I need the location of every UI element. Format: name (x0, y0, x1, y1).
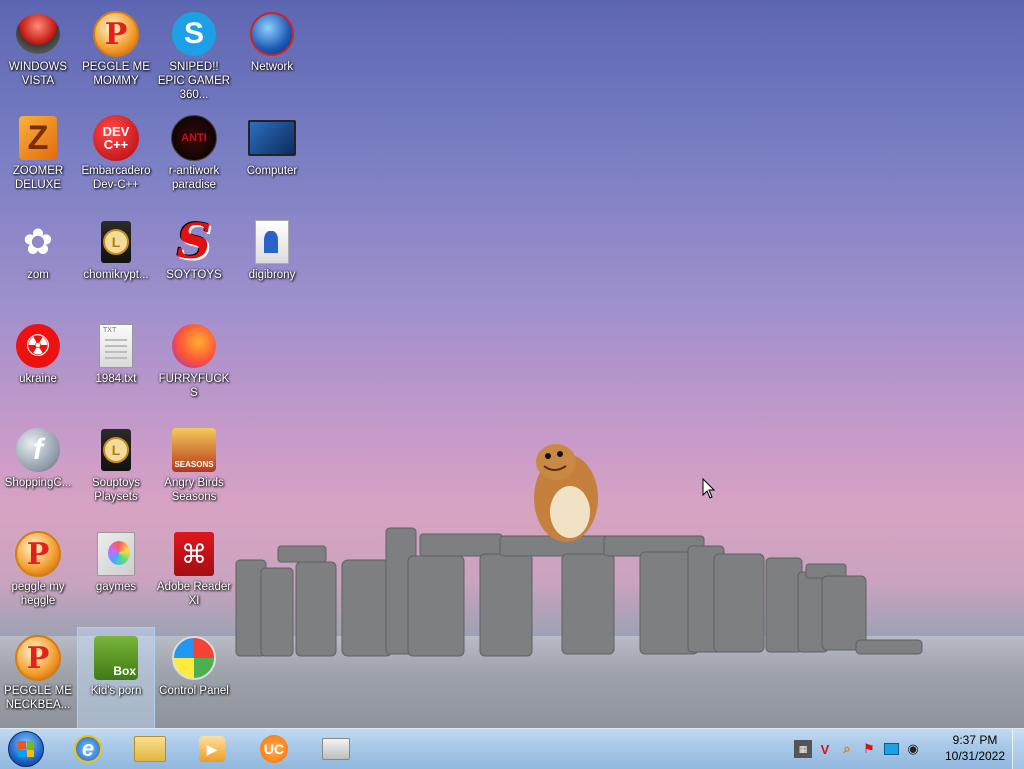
antivirus-tray-icon[interactable]: V (816, 740, 834, 758)
desktop-icon-label: digibrony (248, 269, 296, 281)
desktop-icon-label: Angry Birds Seasons (164, 477, 224, 503)
windows-media-player-taskbar-button[interactable]: ▶ (186, 731, 238, 767)
search-tray-icon[interactable]: ⌕ (838, 740, 856, 758)
start-button[interactable] (4, 731, 48, 767)
digibrony-file-icon (255, 220, 289, 264)
angry-birds-logo-icon: SEASONS (172, 428, 216, 472)
internet-explorer-taskbar-button[interactable]: e (62, 731, 114, 767)
control-panel-logo-icon (172, 636, 216, 680)
taskbar: e ▶ UC ▦ V ⌕ ⚑ ◉ 9:37 PM 10/31/2022 (0, 728, 1024, 769)
zoomer-deluxe-icon[interactable]: Z ZOOMER DELUXE (0, 108, 76, 208)
desktop-icon-label: Computer (246, 165, 298, 177)
flag-tray-icon[interactable]: ⚑ (860, 740, 878, 758)
monitor-icon (248, 120, 296, 156)
desktop-icon-label: ZOOMER DELUXE (12, 165, 64, 191)
devcpp-logo-icon: DEV C++ (93, 115, 139, 161)
games-folder-icon (97, 532, 135, 576)
chomikuj-logo-icon: L (101, 221, 131, 263)
computer-icon[interactable]: Computer (234, 108, 310, 208)
flower-icon: ✿ (22, 221, 54, 262)
clock-time: 9:37 PM (952, 733, 998, 747)
desktop-icon-label: Souptoys Playsets (92, 477, 140, 503)
chomikrypt-icon[interactable]: Lchomikrypt... (78, 212, 154, 312)
desktop-icon-label: gaymes (95, 581, 137, 593)
desktop-icon-label: ShoppingC... (4, 477, 72, 489)
desktop[interactable]: WINDOWS VISTA P PEGGLE ME MOMMY S SNIPED!! E… (0, 0, 1024, 728)
windows-vista-icon[interactable]: WINDOWS VISTA (0, 4, 76, 104)
volume-tray-icon[interactable]: ◉ (904, 740, 922, 758)
desktop-icon-label: zom (27, 269, 49, 281)
peggle-logo-icon: P (15, 635, 61, 681)
antiwork-logo-icon: ANTI (171, 115, 217, 161)
zom-icon[interactable]: ✿ zom (0, 212, 76, 312)
r-antiwork-paradise-icon[interactable]: ANTI r-antiwork paradise (156, 108, 232, 208)
desktop-icon-label: chomikrypt... (83, 269, 149, 281)
peggle-logo-icon: P (93, 11, 139, 57)
desktop-icon-label: 1984.txt (95, 373, 137, 385)
desktop-icon-label: r-antiwork paradise (168, 165, 220, 191)
radiation-icon: ☢ (16, 324, 60, 368)
shoppingc-icon[interactable]: f ShoppingC... (0, 420, 76, 520)
souptoys-playsets-icon[interactable]: L Souptoys Playsets (78, 420, 154, 520)
peggle-me-mommy-icon[interactable]: P PEGGLE ME MOMMY (78, 4, 154, 104)
sniped-epic-gamer-icon[interactable]: S SNIPED!! EPIC GAMER 360... (156, 4, 232, 104)
show-desktop-button[interactable] (1012, 729, 1024, 769)
digibrony-icon[interactable]: digibrony (234, 212, 310, 312)
folder-icon (134, 736, 166, 762)
firefox-logo-icon (172, 324, 216, 368)
vista-orb-icon (16, 14, 60, 54)
desktop-icon-label: WINDOWS VISTA (8, 61, 68, 87)
desktop-icon-label: Control Panel (159, 685, 229, 697)
control-panel-icon[interactable]: Control Panel (156, 628, 232, 728)
windows-logo-icon (8, 731, 44, 767)
uc-browser-icon: UC (260, 735, 288, 763)
globe-icon (250, 12, 294, 56)
zoomer-logo-icon: Z (19, 116, 57, 160)
notification-area: ▦ V ⌕ ⚑ ◉ (792, 729, 924, 769)
peggle-my-heggle-icon[interactable]: Ppeggle my heggle (0, 524, 76, 624)
text-file-icon: TXT (99, 324, 133, 368)
soytoys-icon[interactable]: S SOYTOYS (156, 212, 232, 312)
system-clock[interactable]: 9:37 PM 10/31/2022 (940, 732, 1010, 766)
desktop-icon-label: SOYTOYS (166, 269, 222, 281)
drive-icon (322, 738, 350, 760)
desktop-icon-label: Kid's porn (90, 685, 142, 697)
network-icon[interactable]: Network (234, 4, 310, 104)
desktop-icon-label: Network (250, 61, 294, 73)
windows-explorer-taskbar-button[interactable] (124, 731, 176, 767)
desktop-icon-label: SNIPED!! EPIC GAMER 360... (157, 61, 231, 101)
desktop-icon-label: peggle my heggle (11, 581, 65, 607)
box-hamster-icon: Box (94, 636, 138, 680)
internet-explorer-icon: e (74, 735, 102, 763)
angry-birds-seasons-icon[interactable]: SEASONS Angry Birds Seasons (156, 420, 232, 520)
clock-date: 10/31/2022 (944, 749, 1006, 763)
desktop-icon-label: FURRYFUCKS (158, 373, 230, 399)
removable-drive-taskbar-button[interactable] (310, 731, 362, 767)
furryfucks-icon[interactable]: FURRYFUCKS (156, 316, 232, 416)
display-tray-icon[interactable] (882, 740, 900, 758)
ukraine-icon[interactable]: ☢ ukraine (0, 316, 76, 416)
soytoys-logo-icon: S (176, 214, 212, 270)
desktop-icon-label: ukraine (19, 373, 57, 385)
media-player-icon: ▶ (199, 736, 225, 762)
network-tray-icon[interactable]: ▦ (794, 740, 812, 758)
flash-logo-icon: f (16, 428, 60, 472)
desktop-icon-label: PEGGLE ME MOMMY (82, 61, 150, 87)
1984-txt-icon[interactable]: TXT 1984.txt (78, 316, 154, 416)
desktop-icon-label: Adobe Reader XI (156, 581, 232, 607)
skype-logo-icon: S (172, 12, 216, 56)
desktop-icon-label: Embarcadero Dev-C++ (81, 165, 151, 191)
desktop-icon-label: PEGGLE ME NECKBEA... (4, 685, 72, 711)
kids-porn-icon[interactable]: Box Kid's porn (77, 627, 155, 728)
uc-browser-taskbar-button[interactable]: UC (248, 731, 300, 767)
wallpaper-hamster (534, 444, 598, 542)
gaymes-icon[interactable]: gaymes (78, 524, 154, 624)
adobe-reader-xi-icon[interactable]: ⌘ Adobe Reader XI (156, 524, 232, 624)
peggle-logo-icon: P (15, 531, 61, 577)
chomikuj-logo-icon: L (101, 429, 131, 471)
embarcadero-devcpp-icon[interactable]: DEV C++ Embarcadero Dev-C++ (78, 108, 154, 208)
peggle-me-neckbea-icon[interactable]: P PEGGLE ME NECKBEA... (0, 628, 76, 728)
adobe-acrobat-logo-icon: ⌘ (174, 532, 214, 576)
